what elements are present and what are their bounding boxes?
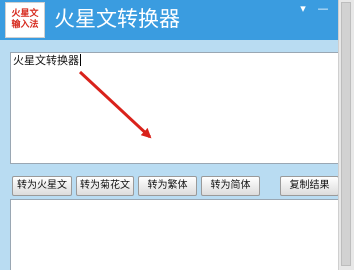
logo-line-2: 输入法: [11, 20, 39, 30]
convert-traditional-button[interactable]: 转为繁体: [138, 176, 197, 196]
dropdown-icon[interactable]: ▾: [296, 2, 310, 16]
logo-line-1: 火星文: [11, 9, 39, 19]
window-scrollbar[interactable]: [338, 0, 354, 270]
convert-martian-button[interactable]: 转为火星文: [12, 176, 72, 196]
text-caret: [80, 54, 81, 66]
minimize-icon[interactable]: —: [316, 2, 330, 16]
title-bar: 火星文 输入法 火星文转换器 ▾ —: [0, 0, 354, 40]
app-logo: 火星文 输入法: [5, 2, 45, 38]
output-textarea[interactable]: [10, 199, 339, 270]
convert-chrysanthemum-button[interactable]: 转为菊花文: [76, 176, 134, 196]
input-text: 火星文转换器: [13, 54, 79, 67]
input-textarea[interactable]: 火星文转换器: [10, 52, 339, 164]
copy-result-button[interactable]: 复制结果: [280, 176, 339, 196]
scrollbar-thumb[interactable]: [341, 2, 351, 266]
convert-simplified-button[interactable]: 转为简体: [201, 176, 260, 196]
app-title: 火星文转换器: [54, 7, 180, 31]
